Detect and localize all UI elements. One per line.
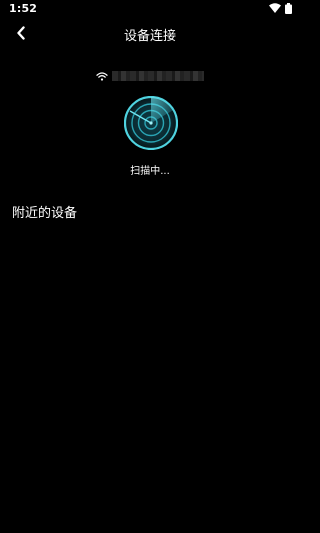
nearby-device-list bbox=[0, 224, 300, 524]
wifi-icon bbox=[96, 66, 108, 85]
battery-icon bbox=[285, 2, 292, 14]
status-time: 1:52 bbox=[9, 2, 38, 15]
wifi-icon bbox=[269, 3, 281, 13]
radar-icon bbox=[123, 95, 179, 151]
status-icons bbox=[269, 2, 292, 14]
page-title: 设备连接 bbox=[123, 29, 176, 44]
nearby-devices-title: 附近的设备 bbox=[12, 206, 78, 221]
wifi-network-name bbox=[112, 70, 204, 81]
wifi-network-row bbox=[0, 66, 300, 85]
app-header: 设备连接 bbox=[0, 18, 300, 50]
scan-status-text: 扫描中... bbox=[130, 166, 170, 177]
status-bar: 1:52 bbox=[0, 0, 300, 18]
